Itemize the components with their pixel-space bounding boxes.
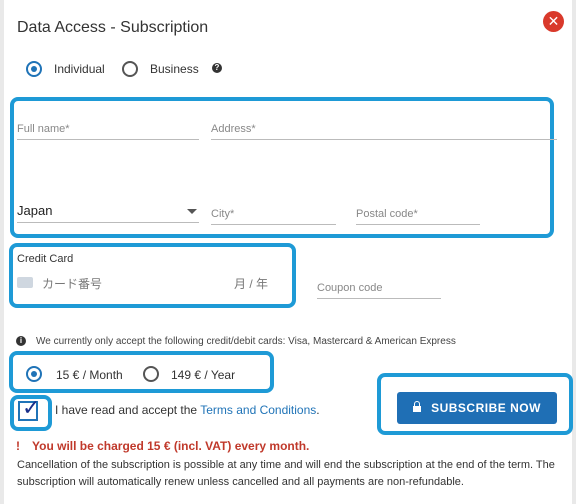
radio-yearly[interactable] (143, 366, 159, 382)
dialog-title: Data Access - Subscription (17, 19, 209, 36)
full-name-placeholder: Full name* (17, 123, 70, 135)
radio-individual[interactable] (26, 61, 42, 77)
country-select[interactable]: Japan (17, 203, 199, 223)
subscribe-button[interactable]: SUBSCRIBE NOW (397, 392, 557, 424)
checkmark-icon: ✓ (22, 395, 41, 420)
radio-business-label: Business (150, 62, 199, 76)
chevron-down-icon (187, 209, 197, 214)
help-icon[interactable]: ? (212, 63, 222, 73)
coupon-code-placeholder: Coupon code (317, 282, 383, 294)
address-input[interactable]: Address* (211, 121, 557, 140)
radio-monthly[interactable] (26, 366, 42, 382)
coupon-code-input[interactable]: Coupon code (317, 280, 441, 299)
credit-card-label: Credit Card (17, 253, 74, 265)
radio-monthly-label: 15 € / Month (56, 368, 123, 382)
credit-card-icon (17, 277, 33, 288)
close-icon[interactable]: ✕ (543, 11, 564, 32)
charge-notice-text: You will be charged 15 € (incl. VAT) eve… (32, 439, 310, 453)
cancellation-note: Cancellation of the subscription is poss… (17, 459, 555, 488)
postal-code-input[interactable]: Postal code* (356, 206, 480, 225)
postal-code-placeholder: Postal code* (356, 208, 418, 220)
radio-business[interactable] (122, 61, 138, 77)
address-placeholder: Address* (211, 123, 256, 135)
country-value: Japan (17, 203, 53, 218)
terms-prefix: I have read and accept the (55, 403, 201, 417)
subscribe-button-label: SUBSCRIBE NOW (431, 401, 541, 415)
terms-text: I have read and accept the Terms and Con… (55, 403, 320, 417)
terms-checkbox[interactable]: ✓ (18, 397, 40, 421)
card-expiry-input[interactable]: 月 / 年 (234, 275, 268, 292)
warning-mark: ! (16, 439, 20, 453)
info-icon: i (16, 336, 26, 346)
lock-icon (413, 401, 422, 412)
charge-notice: ! You will be charged 15 € (incl. VAT) ev… (16, 439, 309, 453)
card-number-input[interactable]: カード番号 (42, 275, 102, 292)
radio-yearly-label: 149 € / Year (171, 368, 236, 382)
subscription-dialog: Data Access - Subscription ✕ Individual … (4, 0, 573, 504)
terms-link[interactable]: Terms and Conditions (200, 403, 316, 417)
radio-individual-label: Individual (54, 62, 105, 76)
terms-suffix: . (316, 403, 320, 417)
city-input[interactable]: City* (211, 206, 336, 225)
city-placeholder: City* (211, 208, 235, 220)
full-name-input[interactable]: Full name* (17, 121, 199, 140)
accepted-cards-note: We currently only accept the following c… (36, 336, 456, 347)
